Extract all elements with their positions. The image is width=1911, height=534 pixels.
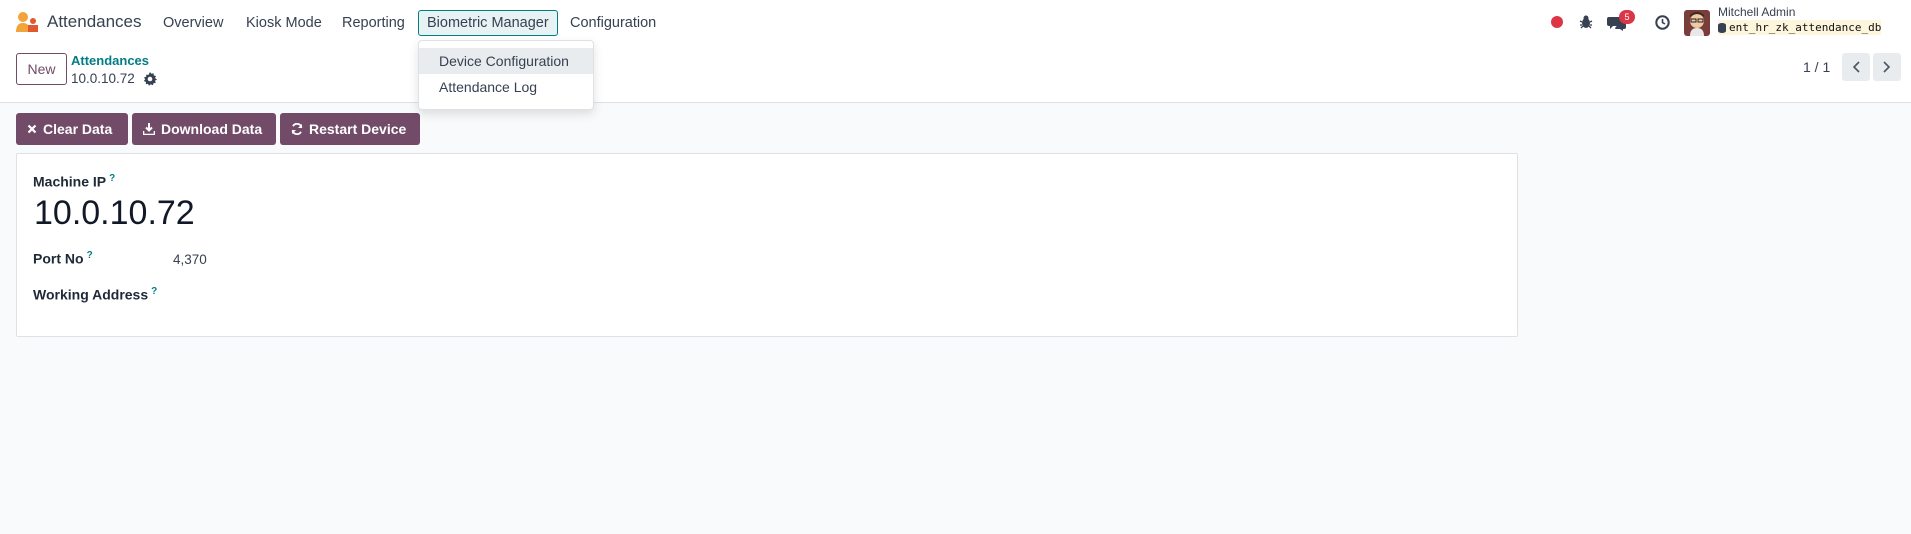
record-title: 10.0.10.72 [71,71,135,86]
port-no-label: Port No? [33,250,93,267]
machine-ip-label-text: Machine IP [33,173,107,190]
download-icon [143,123,155,135]
clear-data-label: Clear Data [43,121,113,137]
new-button[interactable]: New [16,53,67,85]
dropdown-item-attendance-log[interactable]: Attendance Log [419,74,593,100]
working-address-help-icon[interactable]: ? [151,286,157,297]
download-data-button[interactable]: Download Data [132,113,276,145]
restart-device-button[interactable]: Restart Device [280,113,420,145]
clock-icon[interactable] [1655,15,1670,30]
database-badge: ent_hr_zk_attendance_db [1718,20,1882,35]
bug-icon[interactable] [1579,14,1593,29]
control-panel: New Attendances 10.0.10.72 1 / 1 [0,45,1911,103]
record-indicator-icon[interactable] [1551,16,1563,28]
working-address-label: Working Address? [33,286,157,303]
user-avatar[interactable] [1684,10,1710,36]
pager-value[interactable]: 1 / 1 [1803,59,1830,75]
clear-data-button[interactable]: Clear Data [16,113,128,145]
dropdown-item-device-configuration[interactable]: Device Configuration [419,48,593,74]
pager-next-button[interactable] [1873,53,1901,81]
menu-biometric-manager[interactable]: Biometric Manager [418,10,558,36]
port-no-help-icon[interactable]: ? [87,250,93,261]
top-navbar: Attendances Overview Kiosk Mode Reportin… [0,0,1911,45]
menu-configuration[interactable]: Configuration [562,10,664,36]
menu-reporting[interactable]: Reporting [334,10,413,36]
breadcrumb-attendances[interactable]: Attendances [71,53,149,68]
restart-device-label: Restart Device [309,121,407,137]
chevron-left-icon [1852,61,1860,73]
biometric-manager-dropdown: Device Configuration Attendance Log [418,40,594,110]
machine-ip-label: Machine IP? [33,173,115,190]
user-name[interactable]: Mitchell Admin [1718,5,1795,19]
port-no-label-text: Port No [33,250,84,267]
machine-ip-help-icon[interactable]: ? [109,173,115,184]
menu-overview[interactable]: Overview [155,10,231,36]
port-no-field[interactable]: 4,370 [173,252,207,267]
menu-kiosk-mode[interactable]: Kiosk Mode [238,10,330,36]
form-sheet: Machine IP? 10.0.10.72 Port No? 4,370 Wo… [16,153,1518,337]
download-data-label: Download Data [161,121,263,137]
pager-previous-button[interactable] [1842,53,1870,81]
messages-button[interactable]: 5 [1607,10,1635,32]
refresh-icon [291,123,303,135]
attendances-app-icon[interactable] [15,11,39,33]
close-icon [27,124,37,134]
gear-icon[interactable] [143,72,157,86]
machine-ip-field[interactable]: 10.0.10.72 [34,194,195,233]
app-name[interactable]: Attendances [47,12,142,32]
message-count-badge: 5 [1619,10,1635,24]
chevron-right-icon [1883,61,1891,73]
working-address-label-text: Working Address [33,286,149,303]
database-name: ent_hr_zk_attendance_db [1729,21,1882,34]
database-icon [1718,22,1726,33]
